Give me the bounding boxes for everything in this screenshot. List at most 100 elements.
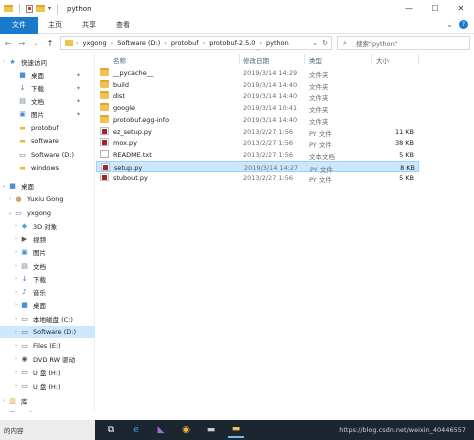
taskbar-search-box[interactable]: 的内容 xyxy=(0,420,95,440)
nav-item-item[interactable]: › ▥ 库 xyxy=(0,395,95,407)
help-icon[interactable]: ? xyxy=(459,20,468,29)
breadcrumb-protobuf[interactable]: protobuf xyxy=(171,39,199,47)
chevron-right-icon[interactable]: › xyxy=(12,276,20,282)
chevron-down-icon[interactable]: ⌄ xyxy=(446,20,453,29)
tab-share[interactable]: 共享 xyxy=(72,17,106,34)
nav-item-item[interactable]: › ↓ 下载 xyxy=(0,273,95,285)
file-row[interactable]: __pycache__ 2019/3/14 14:29 文件夹 xyxy=(96,67,419,79)
customize-toolbar-icon[interactable]: ▾ xyxy=(48,5,51,12)
nav-item-dvd-rw[interactable]: › ◉ DVD RW 驱动 xyxy=(0,353,95,365)
nav-item-u-h[interactable]: › ▭ U 盘 (H:) xyxy=(0,380,95,392)
maximize-button[interactable]: ☐ xyxy=(422,0,448,17)
nav-item-item[interactable]: › ■ 桌面 xyxy=(0,299,95,311)
address-bar[interactable]: › yxgong › Software (D:) › protobuf › pr… xyxy=(60,36,332,50)
file-row[interactable]: dist 2019/3/14 14:40 文件夹 xyxy=(96,90,419,102)
breadcrumb-python[interactable]: python xyxy=(266,39,289,47)
visual-studio-icon[interactable]: ◣ xyxy=(153,422,169,438)
minimize-button[interactable]: — xyxy=(396,0,422,17)
chevron-right-icon[interactable]: › xyxy=(12,356,20,362)
pictures-icon: ▣ xyxy=(19,110,26,118)
column-divider[interactable] xyxy=(304,54,305,64)
chevron-right-icon[interactable]: › xyxy=(12,236,20,242)
nav-item-item[interactable]: ⌄ ■ 桌面 xyxy=(0,180,95,192)
tab-home[interactable]: 主页 xyxy=(38,17,72,34)
address-row: ← → ⌄ ↑ › yxgong › Software (D:) › proto… xyxy=(0,34,474,52)
column-divider[interactable] xyxy=(371,54,372,64)
new-folder-icon[interactable] xyxy=(36,5,45,12)
breadcrumb-software-d[interactable]: Software (D:) xyxy=(117,39,160,47)
nav-item-item[interactable]: › ▤ 文档 xyxy=(0,260,95,272)
chevron-right-icon[interactable]: › xyxy=(0,398,8,404)
edge-icon[interactable]: e xyxy=(128,422,144,438)
nav-item-item[interactable]: ▤ 文档 ✦ xyxy=(0,95,95,107)
refresh-icon[interactable]: ↻ xyxy=(322,39,328,47)
nav-item-yxgong[interactable]: ⌄ ▭ yxgong xyxy=(0,207,95,219)
task-view-icon[interactable]: ⧉ xyxy=(103,422,119,438)
chevron-down-icon[interactable]: ⌄ xyxy=(6,210,14,216)
chevron-right-icon[interactable]: › xyxy=(12,249,20,255)
nav-item-c[interactable]: › ▭ 本地磁盘 (C:) xyxy=(0,313,95,325)
nav-item-files-e[interactable]: › ▭ Files (E:) xyxy=(0,340,95,352)
close-button[interactable]: ✕ xyxy=(448,0,474,17)
file-row[interactable]: build 2019/3/14 14:40 文件夹 xyxy=(96,79,419,91)
forward-button[interactable]: → xyxy=(16,36,28,50)
column-date[interactable]: 修改日期 xyxy=(243,55,269,65)
nav-item-software-d[interactable]: › ▭ Software (D:) xyxy=(0,326,95,338)
breadcrumb-yxgong[interactable]: yxgong xyxy=(83,39,107,47)
file-explorer-icon[interactable]: ▬ xyxy=(228,422,244,438)
file-row[interactable]: README.txt 2013/2/27 1:56 文本文档 5 KB xyxy=(96,149,419,161)
terminal-icon[interactable]: ▬ xyxy=(203,422,219,438)
recent-locations-button[interactable]: ⌄ xyxy=(30,36,42,50)
file-row[interactable]: setup.py 2019/3/14 14:27 PY 文件 8 KB xyxy=(96,160,419,174)
chevron-right-icon[interactable]: › xyxy=(6,196,14,202)
tab-view[interactable]: 查看 xyxy=(106,17,140,34)
nav-item-item[interactable]: › ▣ 图片 xyxy=(0,246,95,258)
chrome-icon[interactable]: ◉ xyxy=(178,422,194,438)
chevron-right-icon[interactable]: › xyxy=(12,302,20,308)
tab-file[interactable]: 文件 xyxy=(0,16,38,34)
nav-item-windows[interactable]: ▬ windows xyxy=(0,162,95,174)
nav-item-protobuf[interactable]: ▬ protobuf xyxy=(0,122,95,134)
chevron-right-icon[interactable]: › xyxy=(0,59,8,65)
nav-item-software[interactable]: ▬ software xyxy=(0,135,95,147)
nav-item-yuxiu-gong[interactable]: › ● Yuxiu Gong xyxy=(0,193,95,205)
nav-item-u-h[interactable]: › ▭ U 盘 (H:) xyxy=(0,366,95,378)
chevron-down-icon[interactable]: ⌄ xyxy=(0,183,8,189)
column-divider[interactable] xyxy=(239,54,240,64)
file-row[interactable]: ez_setup.py 2013/2/27 1:56 PY 文件 11 KB xyxy=(96,126,419,138)
nav-item-item[interactable]: ↓ 下载 ✦ xyxy=(0,82,95,94)
chevron-right-icon[interactable]: › xyxy=(12,263,20,269)
chevron-right-icon[interactable]: › xyxy=(12,316,20,322)
nav-item-item[interactable]: › ★ 快速访问 xyxy=(0,56,95,68)
video-icon: ▶ xyxy=(21,235,28,243)
file-row[interactable]: google 2019/3/14 10:41 文件夹 xyxy=(96,102,419,114)
chevron-right-icon[interactable]: › xyxy=(12,289,20,295)
nav-item-item[interactable]: ■ 桌面 ✦ xyxy=(0,69,95,81)
breadcrumb-protobuf-2-5-0[interactable]: protobuf-2.5.0 xyxy=(209,39,255,47)
up-button[interactable]: ↑ xyxy=(44,36,56,50)
chevron-right-icon[interactable]: › xyxy=(12,369,20,375)
properties-icon[interactable] xyxy=(26,4,33,13)
nav-item-item[interactable]: › ▶ 视频 xyxy=(0,233,95,245)
chevron-right-icon[interactable]: › xyxy=(12,343,20,349)
breadcrumb-separator: › xyxy=(202,39,206,47)
file-row[interactable]: stubout.py 2013/2/27 1:56 PY 文件 5 KB xyxy=(96,172,419,184)
nav-item-item[interactable]: ▣ 图片 ✦ xyxy=(0,108,95,120)
back-button[interactable]: ← xyxy=(2,36,14,50)
nav-item-item[interactable]: › ♪ 音乐 xyxy=(0,286,95,298)
address-dropdown-icon[interactable]: ⌄ xyxy=(312,39,318,47)
column-name[interactable]: 名称 xyxy=(113,55,126,65)
file-name: dist xyxy=(113,92,125,101)
column-size[interactable]: 大小 xyxy=(376,55,389,65)
chevron-right-icon[interactable]: › xyxy=(12,329,20,335)
column-type[interactable]: 类型 xyxy=(309,55,322,65)
chevron-right-icon[interactable]: › xyxy=(12,383,20,389)
nav-item-3d[interactable]: › ◆ 3D 对象 xyxy=(0,220,95,232)
column-divider[interactable] xyxy=(418,54,419,64)
file-row[interactable]: mox.py 2013/2/27 1:56 PY 文件 38 KB xyxy=(96,137,419,149)
search-input[interactable]: ⌕ 搜索"python" xyxy=(337,36,470,50)
chevron-right-icon[interactable]: › xyxy=(12,223,20,229)
nav-item-software-d[interactable]: ▭ Software (D:) xyxy=(0,149,95,161)
file-row[interactable]: protobuf.egg-info 2019/3/14 14:40 文件夹 xyxy=(96,114,419,126)
file-name: setup.py xyxy=(114,163,143,172)
